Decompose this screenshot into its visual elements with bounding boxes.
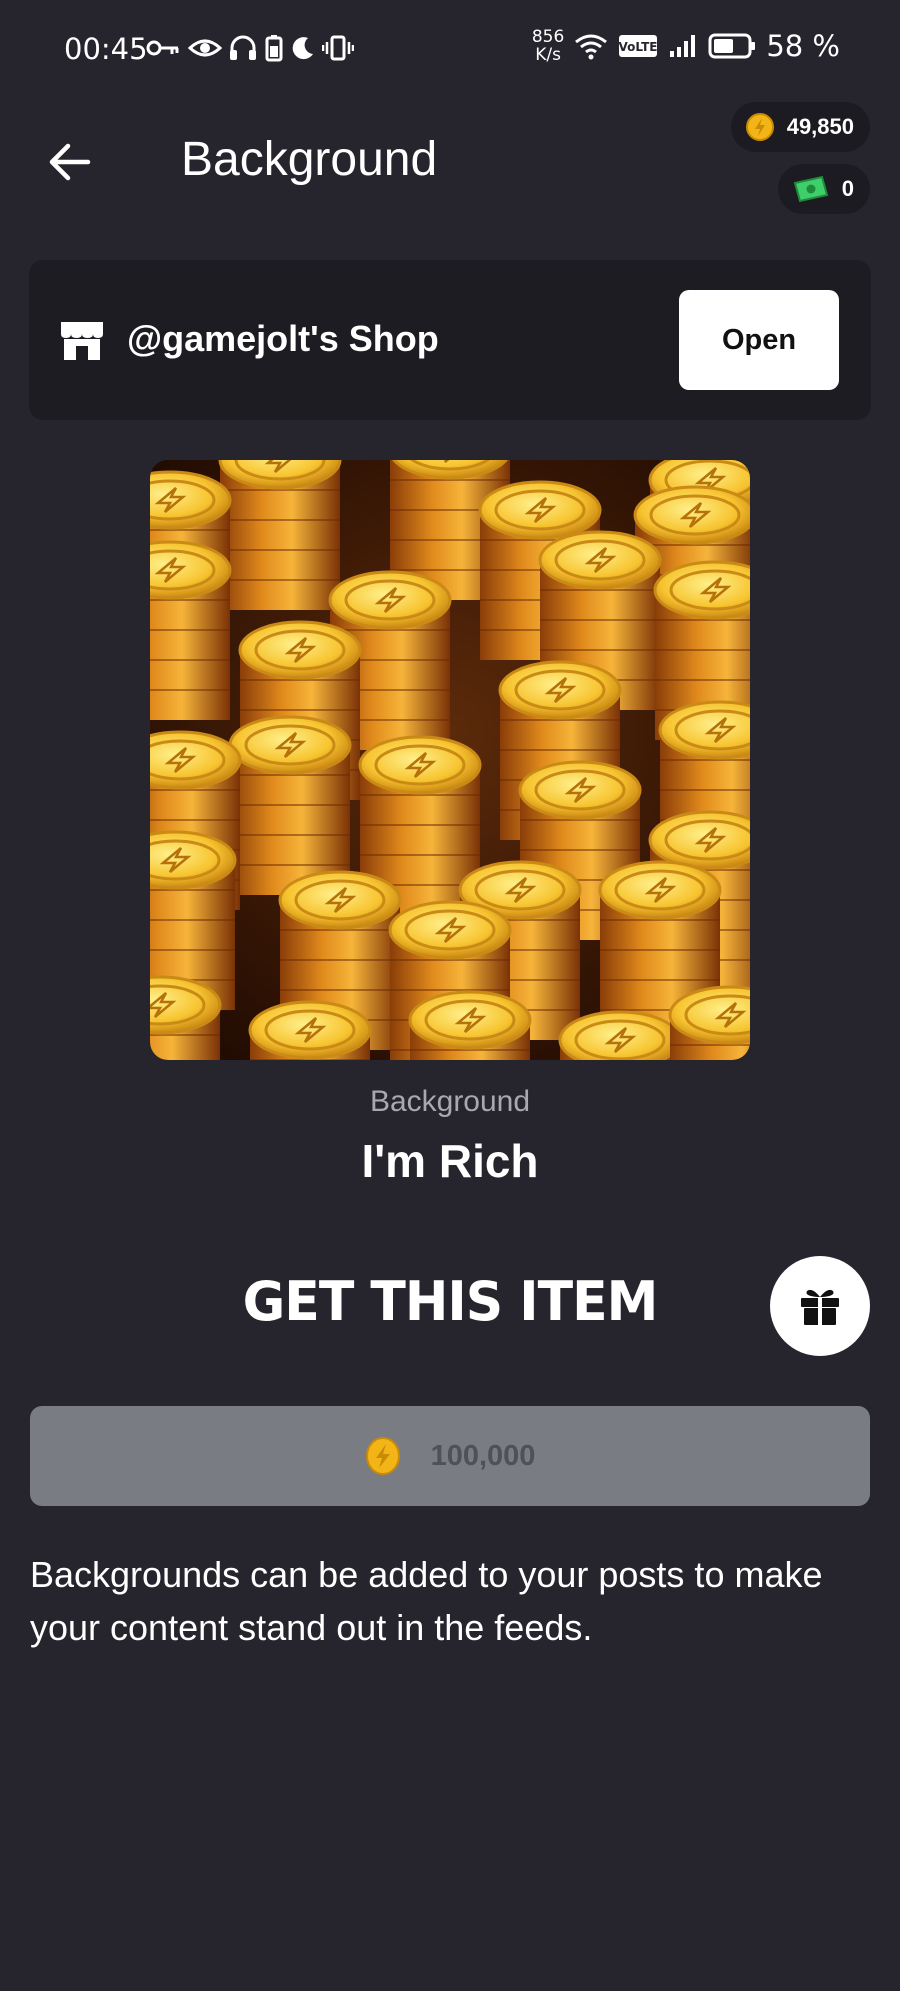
battery-percent: 58 % [766,29,840,63]
cash-balance-value: 0 [841,176,854,201]
battery-icon [708,33,756,59]
key-icon [146,40,179,56]
eye-icon [188,39,222,57]
open-shop-button[interactable]: Open [679,290,839,390]
headphones-icon [230,35,256,60]
status-time: 00:45 [64,32,148,66]
shop-name: @gamejolt's Shop [127,318,439,359]
item-name: I'm Rich [361,1135,539,1187]
gift-button[interactable] [770,1256,870,1356]
get-item-heading: GET THIS ITEM [242,1270,659,1334]
cash-balance[interactable]: 0 [777,164,870,214]
buy-button[interactable]: 100,000 [30,1406,870,1506]
moon-icon [292,37,313,60]
back-button[interactable] [44,136,96,188]
coin-balance[interactable]: 49,850 [730,102,870,152]
wifi-icon [575,34,608,60]
battery-saver-icon [265,35,283,62]
item-description: Backgrounds can be added to your posts t… [30,1554,823,1648]
item-kind: Background [369,1085,531,1118]
item-price: 100,000 [430,1439,536,1472]
store-icon [61,322,103,360]
status-right: 856 K/s VoLTE 58 % [532,28,840,64]
coin-icon [365,1437,400,1475]
signal-icon [670,35,696,57]
coin-icon [745,113,774,141]
svg-text:VoLTE: VoLTE [619,40,658,54]
shop-card: @gamejolt's Shop Open [29,260,871,420]
item-preview-image [150,460,750,1060]
net-speed: 856 K/s [531,27,565,65]
back-arrow-icon [49,143,91,181]
status-left-icons [146,34,354,62]
vibrate-icon [322,35,354,61]
status-bar: 00:45 856 K/s VoLTE 58 % [0,0,900,100]
coin-balance-value: 49,850 [786,114,854,139]
gift-icon [801,1289,839,1325]
cash-icon [793,175,828,203]
volte-icon: VoLTE [619,35,658,57]
gold-coins-illustration [150,460,750,1060]
page-title: Background [181,133,438,186]
